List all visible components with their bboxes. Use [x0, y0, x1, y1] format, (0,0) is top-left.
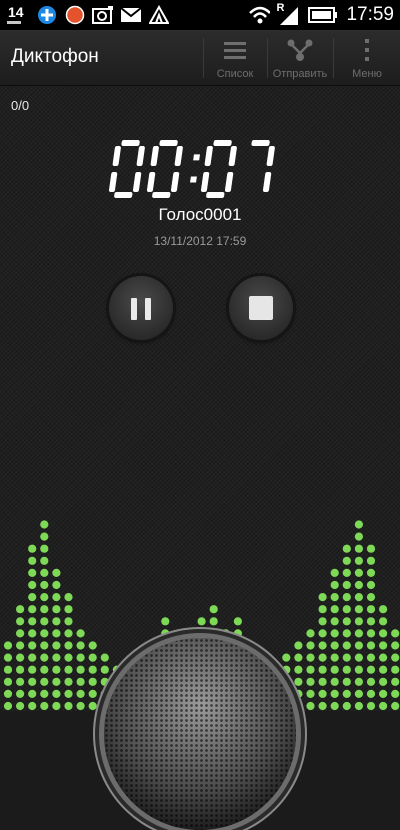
- level-column: [342, 544, 351, 711]
- list-label: Список: [216, 68, 254, 80]
- red-dot-icon: [64, 4, 86, 26]
- share-button[interactable]: Отправить: [267, 30, 333, 85]
- status-bar: 14 R 17:59: [0, 0, 400, 30]
- recorder-panel: 0/0 Голос0001 13/11/2012 17:59: [0, 86, 400, 830]
- menu-dots-icon: [363, 38, 371, 62]
- level-column: [306, 629, 315, 711]
- share-icon: [287, 38, 313, 62]
- speaker-grille: [104, 638, 296, 830]
- level-column: [100, 653, 109, 711]
- level-column: [330, 568, 339, 711]
- level-column: [76, 629, 85, 711]
- timer-digit: [251, 140, 275, 192]
- stop-icon: [249, 296, 273, 320]
- level-column: [294, 641, 303, 711]
- status-time: 17:59: [346, 4, 394, 25]
- timer-display: [108, 140, 275, 198]
- menu-button[interactable]: Меню: [334, 30, 400, 85]
- level-column: [379, 605, 388, 711]
- level-column: [318, 593, 327, 711]
- camera-icon: [92, 4, 114, 26]
- timer-digit: [108, 140, 145, 198]
- roaming-indicator: R: [276, 2, 285, 14]
- recording-date: 13/11/2012 17:59: [153, 234, 247, 248]
- level-column: [366, 544, 376, 711]
- list-button[interactable]: Список: [203, 30, 267, 85]
- notification-count-icon: 14: [6, 4, 30, 26]
- list-icon: [223, 38, 247, 62]
- level-column: [28, 544, 37, 711]
- timer-colon: [190, 154, 200, 183]
- action-bar: Диктофон Список Отправить Меню: [0, 30, 400, 86]
- pause-button[interactable]: [109, 276, 173, 340]
- timer-digit: [200, 140, 237, 198]
- share-label: Отправить: [272, 68, 328, 80]
- wifi-icon: [248, 4, 271, 26]
- timer-digit: [146, 140, 183, 198]
- level-column: [354, 520, 363, 711]
- recording-counter: 0/0: [11, 98, 30, 113]
- menu-label: Меню: [352, 68, 382, 80]
- stop-button[interactable]: [229, 276, 293, 340]
- level-column: [88, 641, 97, 711]
- recording-name: Голос0001: [158, 205, 242, 224]
- level-column: [3, 641, 13, 711]
- level-column: [52, 568, 61, 711]
- level-column: [391, 629, 400, 711]
- level-column: [16, 605, 25, 711]
- plus-icon: [36, 4, 58, 26]
- level-column: [40, 520, 49, 711]
- battery-icon: [308, 4, 338, 26]
- app-title: Диктофон: [11, 46, 99, 67]
- signal-icon: R: [276, 2, 302, 26]
- triangle-icon: [148, 4, 170, 26]
- gmail-icon: [120, 4, 142, 26]
- level-column: [64, 593, 73, 711]
